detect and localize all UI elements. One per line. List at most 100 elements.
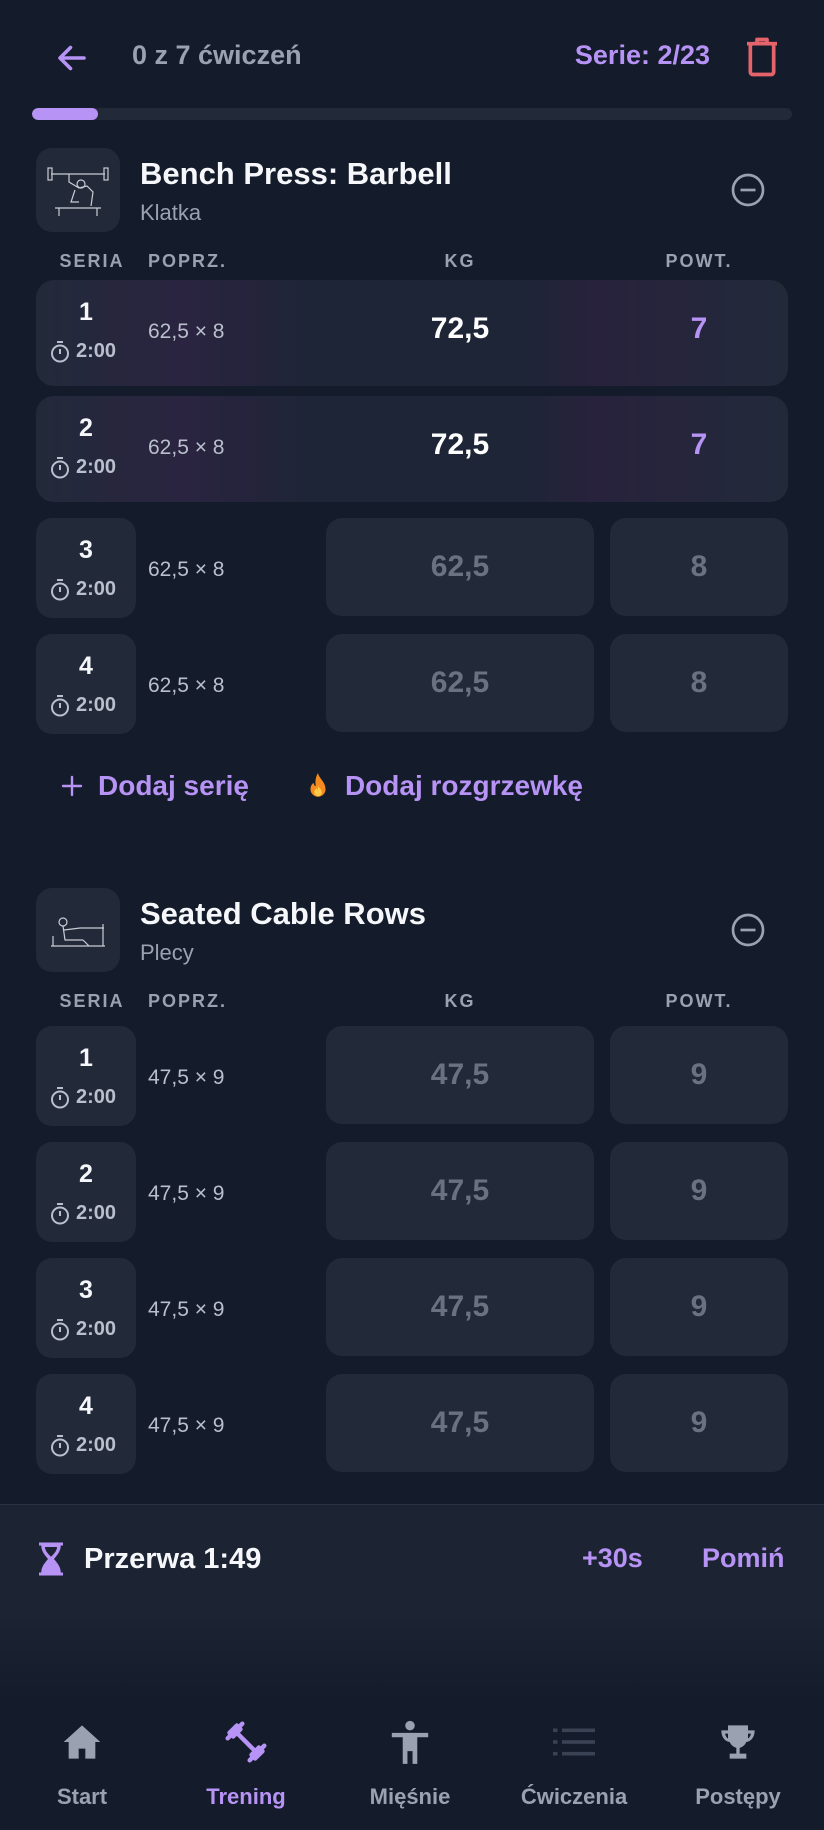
set-rest-timer: 2:00 [50,456,116,479]
set-number-box[interactable]: 1 2:00 [36,1026,136,1126]
nav-item-trening[interactable]: Trening [164,1702,328,1830]
column-header-reps: POWT. [665,991,733,1011]
minus-circle-icon [731,913,765,947]
previous-value: 47,5 × 9 [148,1414,225,1437]
reps-input[interactable]: 7 [610,396,788,494]
add-set-label: Dodaj serię [98,770,249,801]
remove-exercise-button[interactable] [728,170,768,210]
set-number-box[interactable]: 4 2:00 [36,1374,136,1474]
set-rest-timer: 2:00 [50,1202,116,1225]
set-timer-value: 2:00 [76,456,117,478]
reps-input[interactable]: 9 [610,1026,788,1124]
set-number-box[interactable]: 1 2:00 [36,280,136,380]
trophy-icon [714,1718,762,1766]
set-number-box[interactable]: 2 2:00 [36,396,136,496]
exercise-muscle: Klatka [140,200,202,225]
delete-workout-button[interactable] [738,32,786,82]
column-header-prev: POPRZ. [148,991,228,1011]
cable-row-illustration-icon [51,917,105,947]
add-set-button[interactable]: Dodaj serię [60,770,249,802]
previous-value: 62,5 × 8 [148,674,225,697]
reps-input[interactable]: 9 [610,1258,788,1356]
exercise-name[interactable]: Bench Press: Barbell [140,156,452,192]
bottom-navigation: Start Trening Mięśnie Ćwiczenia Postępy [0,1702,824,1830]
stopwatch-icon [51,578,69,600]
arrow-left-icon [58,45,86,71]
add-30s-button[interactable]: +30s [582,1543,643,1574]
set-row[interactable]: 1 2:00 47,5 × 9 47,5 9 [36,1026,788,1132]
set-timer-value: 2:00 [76,1434,117,1456]
set-row[interactable]: 3 2:00 47,5 × 9 47,5 9 [36,1258,788,1364]
set-row[interactable]: 4 2:00 62,5 × 8 62,5 8 [36,634,788,740]
exercise-thumbnail[interactable] [36,148,120,232]
weight-input[interactable]: 72,5 [326,280,594,378]
reps-input[interactable]: 8 [610,634,788,732]
set-timer-value: 2:00 [76,1086,117,1108]
skip-rest-button[interactable]: Pomiń [702,1543,785,1574]
add-warmup-button[interactable]: Dodaj rozgrzewkę [305,770,583,802]
trash-icon [747,37,777,77]
set-rest-timer: 2:00 [50,1086,116,1109]
nav-label: Ćwiczenia [520,1784,628,1809]
stopwatch-icon [51,1318,69,1340]
add-warmup-label: Dodaj rozgrzewkę [344,770,584,801]
column-header-kg: KG [444,991,476,1011]
set-number-box[interactable]: 3 2:00 [36,1258,136,1358]
rest-timer-label: Przerwa 1:49 [84,1543,262,1575]
reps-input[interactable]: 7 [610,280,788,378]
workout-progress-fill [32,108,99,120]
weight-input[interactable]: 47,5 [326,1374,594,1472]
plus-icon [61,775,83,797]
set-row[interactable]: 2 2:00 47,5 × 9 47,5 9 [36,1142,788,1248]
weight-input[interactable]: 47,5 [326,1026,594,1124]
weight-input[interactable]: 47,5 [326,1258,594,1356]
stopwatch-icon [51,1202,69,1224]
nav-label: Mięśnie [369,1784,451,1809]
exercise-name[interactable]: Seated Cable Rows [140,896,426,932]
reps-input[interactable]: 9 [610,1374,788,1472]
nav-label: Start [56,1784,108,1809]
back-button[interactable] [48,34,96,82]
weight-input[interactable]: 62,5 [326,518,594,616]
set-rest-timer: 2:00 [50,1434,116,1457]
set-rest-timer: 2:00 [50,1318,116,1341]
set-row[interactable]: 4 2:00 47,5 × 9 47,5 9 [36,1374,788,1480]
column-header-set: SERIA [59,251,125,271]
set-number: 3 [79,1276,93,1304]
reps-input[interactable]: 8 [610,518,788,616]
nav-label: Trening [206,1784,286,1809]
weight-input[interactable]: 47,5 [326,1142,594,1240]
set-row[interactable]: 3 2:00 62,5 × 8 62,5 8 [36,518,788,624]
stopwatch-icon [51,340,69,362]
weight-input[interactable]: 72,5 [326,396,594,494]
weight-input[interactable]: 62,5 [326,634,594,732]
home-icon [58,1718,106,1766]
previous-value: 62,5 × 8 [148,436,225,459]
remove-exercise-button[interactable] [728,910,768,950]
set-number-box[interactable]: 4 2:00 [36,634,136,734]
series-counter: Serie: 2/23 [574,40,710,70]
set-number-box[interactable]: 2 2:00 [36,1142,136,1242]
exercise-thumbnail[interactable] [36,888,120,972]
nav-item-postepy[interactable]: Postępy [656,1702,820,1830]
stopwatch-icon [51,694,69,716]
add-actions: Dodaj serię Dodaj rozgrzewkę [60,770,619,802]
nav-item-miesnie[interactable]: Mięśnie [328,1702,492,1830]
previous-value: 62,5 × 8 [148,558,225,581]
set-rest-timer: 2:00 [50,578,116,601]
nav-item-start[interactable]: Start [0,1702,164,1830]
set-number-box[interactable]: 3 2:00 [36,518,136,618]
set-row[interactable]: 1 2:00 62,5 × 8 72,5 7 [36,280,788,386]
set-number: 3 [79,536,93,564]
bench-press-illustration-icon [47,167,109,216]
column-header-prev: POPRZ. [148,251,228,271]
set-row[interactable]: 2 2:00 62,5 × 8 72,5 7 [36,396,788,502]
dumbbell-icon [222,1718,270,1766]
nav-item-cwiczenia[interactable]: Ćwiczenia [492,1702,656,1830]
set-number: 2 [79,1160,93,1188]
set-timer-value: 2:00 [76,1202,117,1224]
nav-label: Postępy [695,1784,781,1809]
set-timer-value: 2:00 [76,1318,117,1340]
reps-input[interactable]: 9 [610,1142,788,1240]
stopwatch-icon [51,1086,69,1108]
